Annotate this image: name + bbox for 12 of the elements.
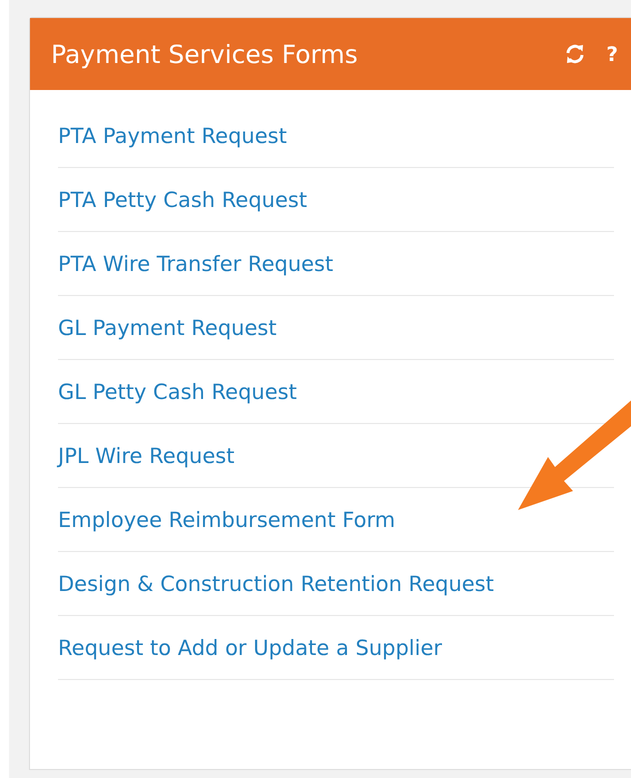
form-link[interactable]: Employee Reimbursement Form: [58, 508, 396, 532]
form-link[interactable]: Design & Construction Retention Request: [58, 572, 494, 596]
form-link[interactable]: Request to Add or Update a Supplier: [58, 636, 442, 660]
form-link[interactable]: GL Payment Request: [58, 316, 277, 340]
form-link[interactable]: JPL Wire Request: [58, 444, 234, 468]
panel-title: Payment Services Forms: [51, 40, 358, 68]
form-link[interactable]: GL Petty Cash Request: [58, 380, 297, 404]
form-link[interactable]: PTA Wire Transfer Request: [58, 252, 334, 276]
help-button[interactable]: ?: [606, 42, 618, 66]
form-link[interactable]: PTA Payment Request: [58, 124, 287, 148]
refresh-icon[interactable]: [564, 43, 586, 65]
form-link[interactable]: PTA Petty Cash Request: [58, 188, 308, 212]
